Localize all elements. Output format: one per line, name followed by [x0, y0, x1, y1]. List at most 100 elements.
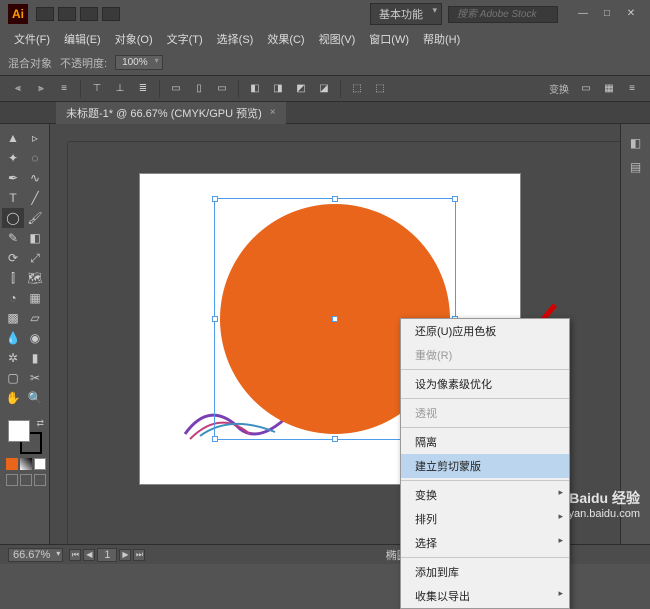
fill-swatch[interactable] [8, 420, 30, 442]
column-graph-tool[interactable]: ▮ [24, 348, 46, 368]
libraries-panel-icon[interactable]: ▤ [625, 156, 647, 178]
draw-inside-icon[interactable] [34, 474, 46, 486]
pen-tool[interactable]: ✒ [2, 168, 24, 188]
menu-effect[interactable]: 效果(C) [261, 29, 310, 49]
selection-handle[interactable] [212, 196, 218, 202]
menu-object[interactable]: 对象(O) [109, 29, 159, 49]
minimize-button[interactable]: — [572, 7, 594, 21]
line-tool[interactable]: ╱ [24, 188, 46, 208]
mesh-tool[interactable]: ▩ [2, 308, 24, 328]
title-icon[interactable] [36, 7, 54, 21]
color-swatch-orange[interactable] [6, 458, 18, 470]
pathfinder-icon[interactable]: ◨ [268, 80, 288, 98]
width-tool[interactable]: ⫿ [2, 268, 24, 288]
menu-select[interactable]: 选择(S) [211, 29, 260, 49]
type-tool[interactable]: T [2, 188, 24, 208]
perspective-grid-tool[interactable]: ▦ [24, 288, 46, 308]
document-tab[interactable]: 未标题-1* @ 66.67% (CMYK/GPU 预览) × [56, 102, 286, 124]
align-left-icon[interactable]: ⫷ [8, 80, 28, 98]
rotate-tool[interactable]: ⟳ [2, 248, 24, 268]
cm-undo[interactable]: 还原(U)应用色板 [401, 319, 569, 343]
last-artboard-button[interactable]: ⏭ [133, 549, 145, 561]
ellipse-tool[interactable]: ◯ [2, 208, 24, 228]
distribute-icon[interactable]: ▭ [166, 80, 186, 98]
shaper-tool[interactable]: ✎ [2, 228, 24, 248]
shape-mode-icon[interactable]: ⬚ [347, 80, 367, 98]
pathfinder-icon[interactable]: ◩ [291, 80, 311, 98]
gradient-swatch[interactable] [20, 458, 32, 470]
zoom-tool[interactable]: 🔍 [24, 388, 46, 408]
selection-center[interactable] [332, 316, 338, 322]
artboard-number[interactable]: 1 [97, 548, 117, 562]
align-hcenter-icon[interactable]: ⫸ [31, 80, 51, 98]
close-tab-icon[interactable]: × [270, 107, 276, 118]
draw-normal-icon[interactable] [6, 474, 18, 486]
next-artboard-button[interactable]: ▶ [119, 549, 131, 561]
cm-collect-export[interactable]: 收集以导出 [401, 584, 569, 608]
cm-isolate[interactable]: 隔离 [401, 430, 569, 454]
shape-builder-tool[interactable]: ◔ [2, 288, 24, 308]
title-icon[interactable] [80, 7, 98, 21]
transform-label[interactable]: 变换 [545, 81, 573, 96]
slice-tool[interactable]: ✂ [24, 368, 46, 388]
none-swatch[interactable] [34, 458, 46, 470]
first-artboard-button[interactable]: ⏮ [69, 549, 81, 561]
draw-behind-icon[interactable] [20, 474, 32, 486]
align-top-icon[interactable]: ⊤ [87, 80, 107, 98]
menu-help[interactable]: 帮助(H) [417, 29, 466, 49]
cm-transform[interactable]: 变换 [401, 483, 569, 507]
fill-stroke-control[interactable]: ⇄ [8, 420, 42, 454]
scale-tool[interactable]: ⤢ [24, 248, 46, 268]
blend-tool[interactable]: ◉ [24, 328, 46, 348]
paintbrush-tool[interactable]: 🖌 [24, 208, 46, 228]
gradient-tool[interactable]: ▱ [24, 308, 46, 328]
selection-handle[interactable] [332, 436, 338, 442]
shape-mode-icon[interactable]: ⬚ [370, 80, 390, 98]
cm-pixel-optimize[interactable]: 设为像素级优化 [401, 372, 569, 396]
zoom-dropdown[interactable]: 66.67% [8, 548, 63, 562]
selection-handle[interactable] [212, 436, 218, 442]
align-right-icon[interactable]: ≡ [54, 80, 74, 98]
panel-icon[interactable]: ▦ [599, 80, 619, 98]
distribute-icon[interactable]: ▯ [189, 80, 209, 98]
swap-fill-stroke-icon[interactable]: ⇄ [36, 418, 44, 429]
direct-selection-tool[interactable]: ▹ [24, 128, 46, 148]
search-stock-input[interactable] [448, 6, 558, 23]
selection-handle[interactable] [452, 196, 458, 202]
symbol-sprayer-tool[interactable]: ✲ [2, 348, 24, 368]
menu-type[interactable]: 文字(T) [161, 29, 209, 49]
align-bottom-icon[interactable]: ≣ [133, 80, 153, 98]
align-vcenter-icon[interactable]: ⊥ [110, 80, 130, 98]
hand-tool[interactable]: ✋ [2, 388, 24, 408]
distribute-icon[interactable]: ▭ [212, 80, 232, 98]
menu-edit[interactable]: 编辑(E) [58, 29, 107, 49]
pathfinder-icon[interactable]: ◧ [245, 80, 265, 98]
selection-handle[interactable] [212, 316, 218, 322]
cm-arrange[interactable]: 排列 [401, 507, 569, 531]
eraser-tool[interactable]: ◧ [24, 228, 46, 248]
cm-select[interactable]: 选择 [401, 531, 569, 555]
prev-artboard-button[interactable]: ◀ [83, 549, 95, 561]
selection-tool[interactable]: ▲ [2, 128, 24, 148]
eyedropper-tool[interactable]: 💧 [2, 328, 24, 348]
pathfinder-icon[interactable]: ◪ [314, 80, 334, 98]
menu-view[interactable]: 视图(V) [313, 29, 362, 49]
cm-make-clipping-mask[interactable]: 建立剪切蒙版 [401, 454, 569, 478]
magic-wand-tool[interactable]: ✦ [2, 148, 24, 168]
free-transform-tool[interactable]: 🗺 [24, 268, 46, 288]
maximize-button[interactable]: □ [596, 7, 618, 21]
properties-panel-icon[interactable]: ◧ [625, 132, 647, 154]
close-button[interactable]: ✕ [620, 7, 642, 21]
title-icon[interactable] [102, 7, 120, 21]
panel-icon[interactable]: ▭ [576, 80, 596, 98]
curvature-tool[interactable]: ∿ [24, 168, 46, 188]
cm-add-to-library[interactable]: 添加到库 [401, 560, 569, 584]
menu-file[interactable]: 文件(F) [8, 29, 56, 49]
selection-handle[interactable] [332, 196, 338, 202]
lasso-tool[interactable]: ◌ [24, 148, 46, 168]
artboard-tool[interactable]: ▢ [2, 368, 24, 388]
title-icon[interactable] [58, 7, 76, 21]
panel-icon[interactable]: ≡ [622, 80, 642, 98]
opacity-dropdown[interactable]: 100% [115, 55, 163, 70]
workspace-dropdown[interactable]: 基本功能 [370, 3, 442, 25]
